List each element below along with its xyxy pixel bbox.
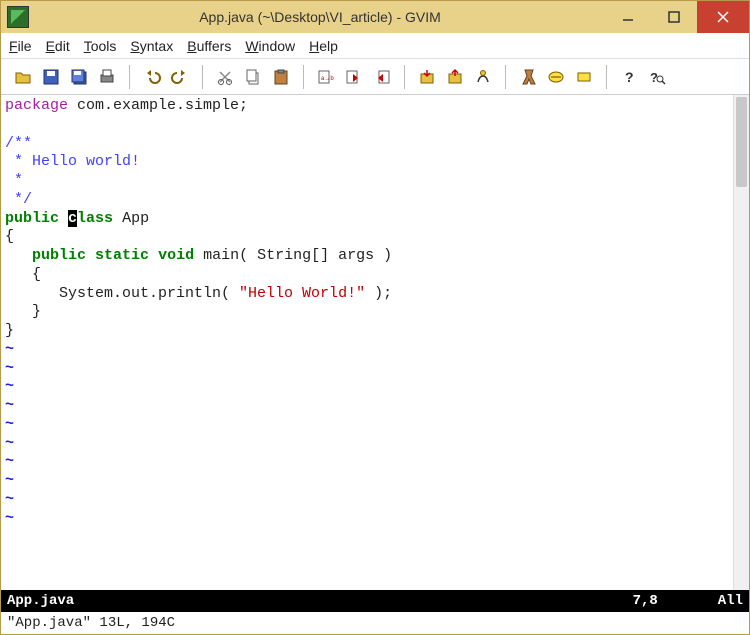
command-line[interactable]: "App.java" 13L, 194C [1, 612, 749, 634]
toolbar-separator [303, 65, 304, 89]
save-icon[interactable] [39, 65, 63, 89]
status-scroll: All [718, 593, 743, 609]
empty-line-tilde: ~ [5, 416, 14, 433]
redo-icon[interactable] [168, 65, 192, 89]
vertical-scrollbar[interactable] [733, 95, 749, 590]
cut-icon[interactable] [213, 65, 237, 89]
code-text: System.out.println( [5, 285, 239, 302]
code-editor[interactable]: package com.example.simple; /** * Hello … [1, 95, 733, 590]
status-cursor-position: 7,8 [633, 593, 658, 609]
menu-buffers[interactable]: Buffers [187, 38, 231, 54]
status-bar: App.java 7,8 All [1, 590, 749, 612]
minimize-button[interactable] [605, 1, 651, 33]
scrollbar-thumb[interactable] [736, 97, 747, 187]
toolbar-separator [202, 65, 203, 89]
svg-text:?: ? [625, 69, 634, 85]
window-title: App.java (~\Desktop\VI_article) - GVIM [35, 9, 605, 25]
menu-file[interactable]: File [9, 38, 32, 54]
keyword-public: public [32, 247, 86, 264]
code-text: ); [365, 285, 392, 302]
brace: } [5, 322, 14, 339]
empty-line-tilde: ~ [5, 453, 14, 470]
menu-window[interactable]: Window [245, 38, 295, 54]
brace: { [5, 266, 41, 283]
empty-line-tilde: ~ [5, 341, 14, 358]
string-literal: "Hello World!" [239, 285, 365, 302]
help-icon[interactable]: ? [617, 65, 641, 89]
code-text: com.example.simple; [68, 97, 248, 114]
print-icon[interactable] [95, 65, 119, 89]
toolbar: a→b ? ? [1, 59, 749, 95]
empty-line-tilde: ~ [5, 491, 14, 508]
find-help-icon[interactable]: ? [645, 65, 669, 89]
titlebar: App.java (~\Desktop\VI_article) - GVIM [1, 1, 749, 33]
empty-line-tilde: ~ [5, 472, 14, 489]
method-sig: main( String[] args ) [194, 247, 392, 264]
empty-line-tilde: ~ [5, 378, 14, 395]
close-button[interactable] [697, 1, 749, 33]
save-session-icon[interactable] [443, 65, 467, 89]
svg-text:a→b: a→b [321, 76, 334, 82]
empty-line-tilde: ~ [5, 397, 14, 414]
tags-icon[interactable] [572, 65, 596, 89]
toolbar-separator [129, 65, 130, 89]
editor-area: package com.example.simple; /** * Hello … [1, 95, 749, 590]
class-name: App [113, 210, 149, 227]
open-icon[interactable] [11, 65, 35, 89]
cursor: c [68, 210, 77, 227]
paste-icon[interactable] [269, 65, 293, 89]
keyword-public: public [5, 210, 59, 227]
menubar: File Edit Tools Syntax Buffers Window He… [1, 33, 749, 59]
status-filename: App.java [7, 593, 633, 609]
saveall-icon[interactable] [67, 65, 91, 89]
comment-line: /** [5, 135, 32, 152]
comment-line: * Hello world! [5, 153, 140, 170]
load-session-icon[interactable] [415, 65, 439, 89]
keyword-void: void [158, 247, 194, 264]
menu-edit[interactable]: Edit [46, 38, 70, 54]
keyword-class: class [68, 210, 113, 227]
keyword-package: package [5, 97, 68, 114]
shell-icon[interactable] [544, 65, 568, 89]
copy-icon[interactable] [241, 65, 265, 89]
menu-tools[interactable]: Tools [84, 38, 117, 54]
find-prev-icon[interactable] [370, 65, 394, 89]
comment-line: */ [5, 191, 32, 208]
empty-line-tilde: ~ [5, 435, 14, 452]
brace: } [5, 303, 41, 320]
run-script-icon[interactable] [471, 65, 495, 89]
find-next-icon[interactable] [342, 65, 366, 89]
keyword-static: static [95, 247, 149, 264]
toolbar-separator [505, 65, 506, 89]
undo-icon[interactable] [140, 65, 164, 89]
empty-line-tilde: ~ [5, 510, 14, 527]
app-icon [7, 6, 29, 28]
maximize-button[interactable] [651, 1, 697, 33]
find-replace-icon[interactable]: a→b [314, 65, 338, 89]
comment-line: * [5, 172, 23, 189]
toolbar-separator [606, 65, 607, 89]
empty-line-tilde: ~ [5, 360, 14, 377]
menu-help[interactable]: Help [309, 38, 338, 54]
svg-text:?: ? [650, 70, 658, 85]
toolbar-separator [404, 65, 405, 89]
brace: { [5, 228, 14, 245]
make-icon[interactable] [516, 65, 540, 89]
command-line-text: "App.java" 13L, 194C [7, 615, 175, 631]
menu-syntax[interactable]: Syntax [130, 38, 173, 54]
window-controls [605, 1, 749, 33]
